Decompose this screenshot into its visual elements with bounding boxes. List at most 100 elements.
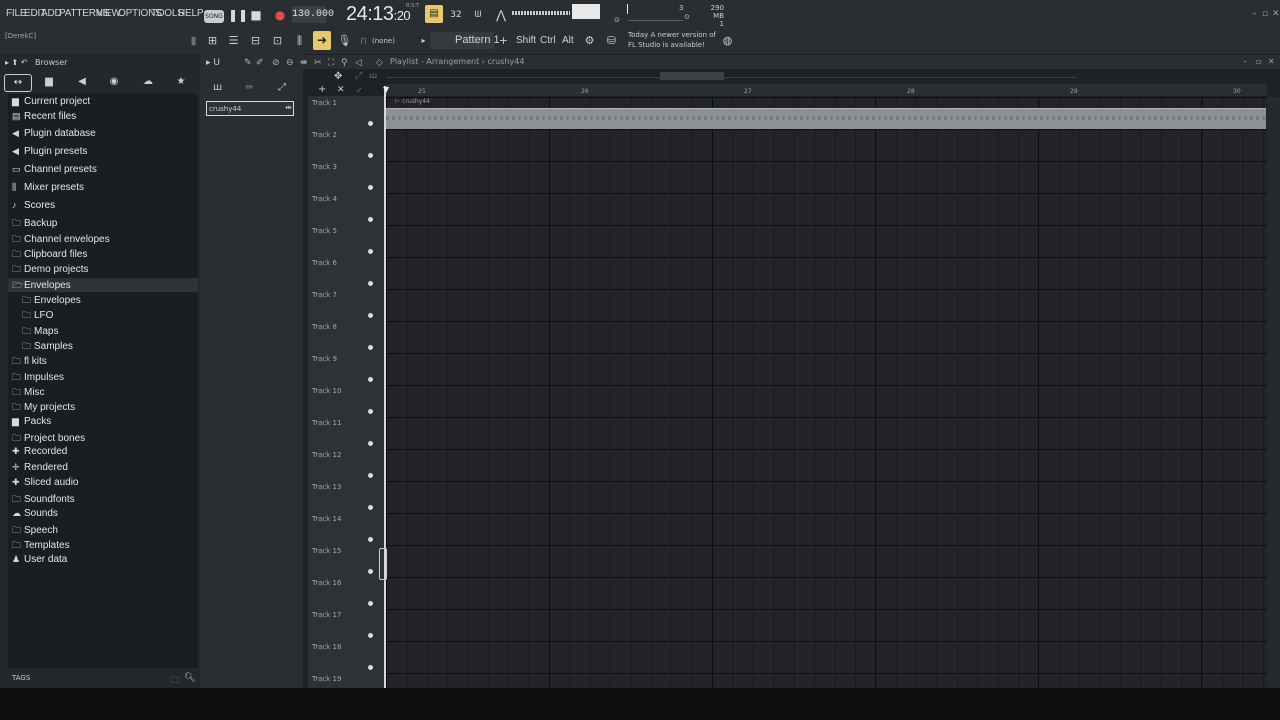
pitch-slider[interactable] <box>627 4 628 14</box>
track-label[interactable]: Track 2 <box>312 131 337 139</box>
ctrl-key[interactable]: Ctrl <box>540 35 556 46</box>
tree-maps[interactable]: 🗀 Maps <box>22 324 58 338</box>
song-mode-button[interactable]: SONG <box>204 10 224 23</box>
tree-soundfonts[interactable]: 🗀 Soundfonts <box>12 492 75 506</box>
tab-plugins-icon[interactable]: ◀ <box>68 74 96 90</box>
slip-tool-icon[interactable]: ⇼ <box>300 58 308 68</box>
mute-tool-icon[interactable]: ⊖ <box>286 58 294 68</box>
countdown-icon[interactable]: 32 <box>448 7 464 23</box>
close-icon[interactable]: ✕ <box>1272 9 1280 19</box>
tab-online-icon[interactable]: ◉ <box>100 74 128 90</box>
tree-mixer-presets[interactable]: ⫼ Mixer presets <box>12 182 84 196</box>
news-message[interactable]: Today A newer version of FL Studio is ava… <box>628 30 723 50</box>
tempo-display[interactable]: 130.000 <box>292 6 334 23</box>
tree-packs[interactable]: ▆ Packs <box>12 416 51 430</box>
move-icon[interactable]: ✥ <box>334 71 342 82</box>
stop-icon[interactable]: ■ <box>248 7 264 23</box>
track-mute-button[interactable] <box>368 633 373 638</box>
tree-sounds[interactable]: ☁ Sounds <box>12 508 58 522</box>
tree-clipboard-files[interactable]: 🗀 Clipboard files <box>12 247 87 261</box>
playlist-menu-icon[interactable]: ▸ ᑌ <box>206 58 220 68</box>
track-mute-button[interactable] <box>368 185 373 190</box>
track-mute-button[interactable] <box>368 377 373 382</box>
tree-plugin-presets[interactable]: ◀ Plugin presets <box>12 146 87 160</box>
track-mute-button[interactable] <box>368 665 373 670</box>
playlist-minimize-icon[interactable]: – <box>1243 57 1247 66</box>
zoom-tool-icon[interactable]: ⚲ <box>341 58 348 68</box>
grid-icon[interactable]: ш <box>369 71 377 81</box>
track-label[interactable]: Track 14 <box>312 515 341 523</box>
resize-icon[interactable]: ⤢ <box>355 71 362 81</box>
playhead[interactable] <box>384 86 386 688</box>
tree-current-project[interactable]: ▆ Current project <box>12 96 90 110</box>
track-mute-button[interactable] <box>368 441 373 446</box>
minimize-icon[interactable]: – <box>1252 9 1257 19</box>
track-mute-button[interactable] <box>368 281 373 286</box>
playlist-grid[interactable] <box>386 97 1267 688</box>
tree-envelopes[interactable]: 🗁Envelopes <box>8 278 198 292</box>
tree-envelopes-sub[interactable]: 🗀 Envelopes <box>22 293 81 307</box>
gear-icon[interactable]: ⚙ <box>582 33 597 49</box>
track-label[interactable]: Track 7 <box>312 291 337 299</box>
maximize-icon[interactable]: ▫ <box>1262 9 1268 19</box>
shift-key[interactable]: Shift <box>516 35 536 46</box>
track-tool-icon[interactable]: ✓ <box>356 86 363 95</box>
cart-icon[interactable]: ⛁ <box>604 33 619 49</box>
tree-misc[interactable]: 🗀 Misc <box>12 385 45 399</box>
playlist-view-icon[interactable]: ⊞ <box>205 33 220 49</box>
tree-user-data[interactable]: ♟ User data <box>12 554 67 568</box>
playlist-arrow-icon[interactable]: ◇ <box>376 58 383 68</box>
pattern-picker-icon[interactable]: ш <box>213 82 222 93</box>
track-label[interactable]: Track 15 <box>312 547 341 555</box>
track-label[interactable]: Track 18 <box>312 643 341 651</box>
track-mute-button[interactable] <box>368 313 373 318</box>
record-icon[interactable]: ● <box>272 7 288 23</box>
tab-all-icon[interactable]: ↔ <box>4 74 32 92</box>
tree-lfo[interactable]: 🗀 LFO <box>22 308 53 322</box>
tree-demo-projects[interactable]: 🗀 Demo projects <box>12 262 88 276</box>
playlist-close-icon[interactable]: ✕ <box>1268 57 1275 66</box>
menu-help[interactable]: HELP <box>178 8 204 19</box>
track-label[interactable]: Track 17 <box>312 611 341 619</box>
track-mute-button[interactable] <box>368 473 373 478</box>
piano-roll-icon[interactable]: ☰ <box>226 33 241 49</box>
track-label[interactable]: Track 4 <box>312 195 337 203</box>
tab-favorites-icon[interactable]: ★ <box>167 74 195 90</box>
track-mute-button[interactable] <box>368 217 373 222</box>
draw-tool-icon[interactable]: ✎ <box>244 58 252 68</box>
tab-cloud-icon[interactable]: ☁ <box>134 74 162 90</box>
select-tool-icon[interactable]: ⛶ <box>328 58 334 68</box>
track-label[interactable]: Track 10 <box>312 387 341 395</box>
online-icon[interactable]: ◍ <box>720 33 735 49</box>
add-track-icon[interactable]: + <box>318 84 326 95</box>
horizontal-scrollbar[interactable] <box>660 72 724 80</box>
track-mute-button[interactable] <box>368 409 373 414</box>
pause-icon[interactable]: ❚❚ <box>228 7 248 23</box>
search-icon[interactable]: 🔍︎ <box>184 673 195 683</box>
track-mute-button[interactable] <box>368 601 373 606</box>
tree-channel-envelopes[interactable]: 🗀 Channel envelopes <box>12 232 110 246</box>
remove-track-icon[interactable]: ✕ <box>337 85 345 95</box>
track-scroll-handle[interactable] <box>379 548 387 580</box>
slice-tool-icon[interactable]: ✂ <box>314 58 322 68</box>
browser-menu-icons[interactable]: ▸ ⬆ ↶ <box>5 58 28 67</box>
tree-rendered[interactable]: ✛ Rendered <box>12 462 68 476</box>
folder-icon[interactable]: 🗀 <box>171 673 180 689</box>
track-mute-button[interactable] <box>368 345 373 350</box>
faders-icon[interactable]: ⫼ <box>292 33 307 49</box>
tree-recent-files[interactable]: ▤ Recent files <box>12 111 76 125</box>
playback-tool-icon[interactable]: ◁ <box>355 58 362 68</box>
tree-my-projects[interactable]: 🗀 My projects <box>12 400 75 414</box>
tree-sliced-audio[interactable]: ✚ Sliced audio <box>12 477 78 491</box>
audio-picker-icon[interactable]: ⇹ <box>245 82 253 93</box>
track-label[interactable]: Track 13 <box>312 483 341 491</box>
step-edit-icon[interactable]: ⋀ <box>493 7 509 23</box>
track-label[interactable]: Track 6 <box>312 259 337 267</box>
clip-picker-edit-icon[interactable]: ⇹ <box>285 103 292 112</box>
paint-tool-icon[interactable]: ✐ <box>256 58 264 68</box>
tree-plugin-database[interactable]: ◀ Plugin database <box>12 128 96 142</box>
track-label[interactable]: Track 1 <box>312 99 337 107</box>
vertical-scrollbar[interactable] <box>1267 97 1280 688</box>
track-label[interactable]: Track 8 <box>312 323 337 331</box>
tree-speech[interactable]: 🗀 Speech <box>12 523 58 537</box>
